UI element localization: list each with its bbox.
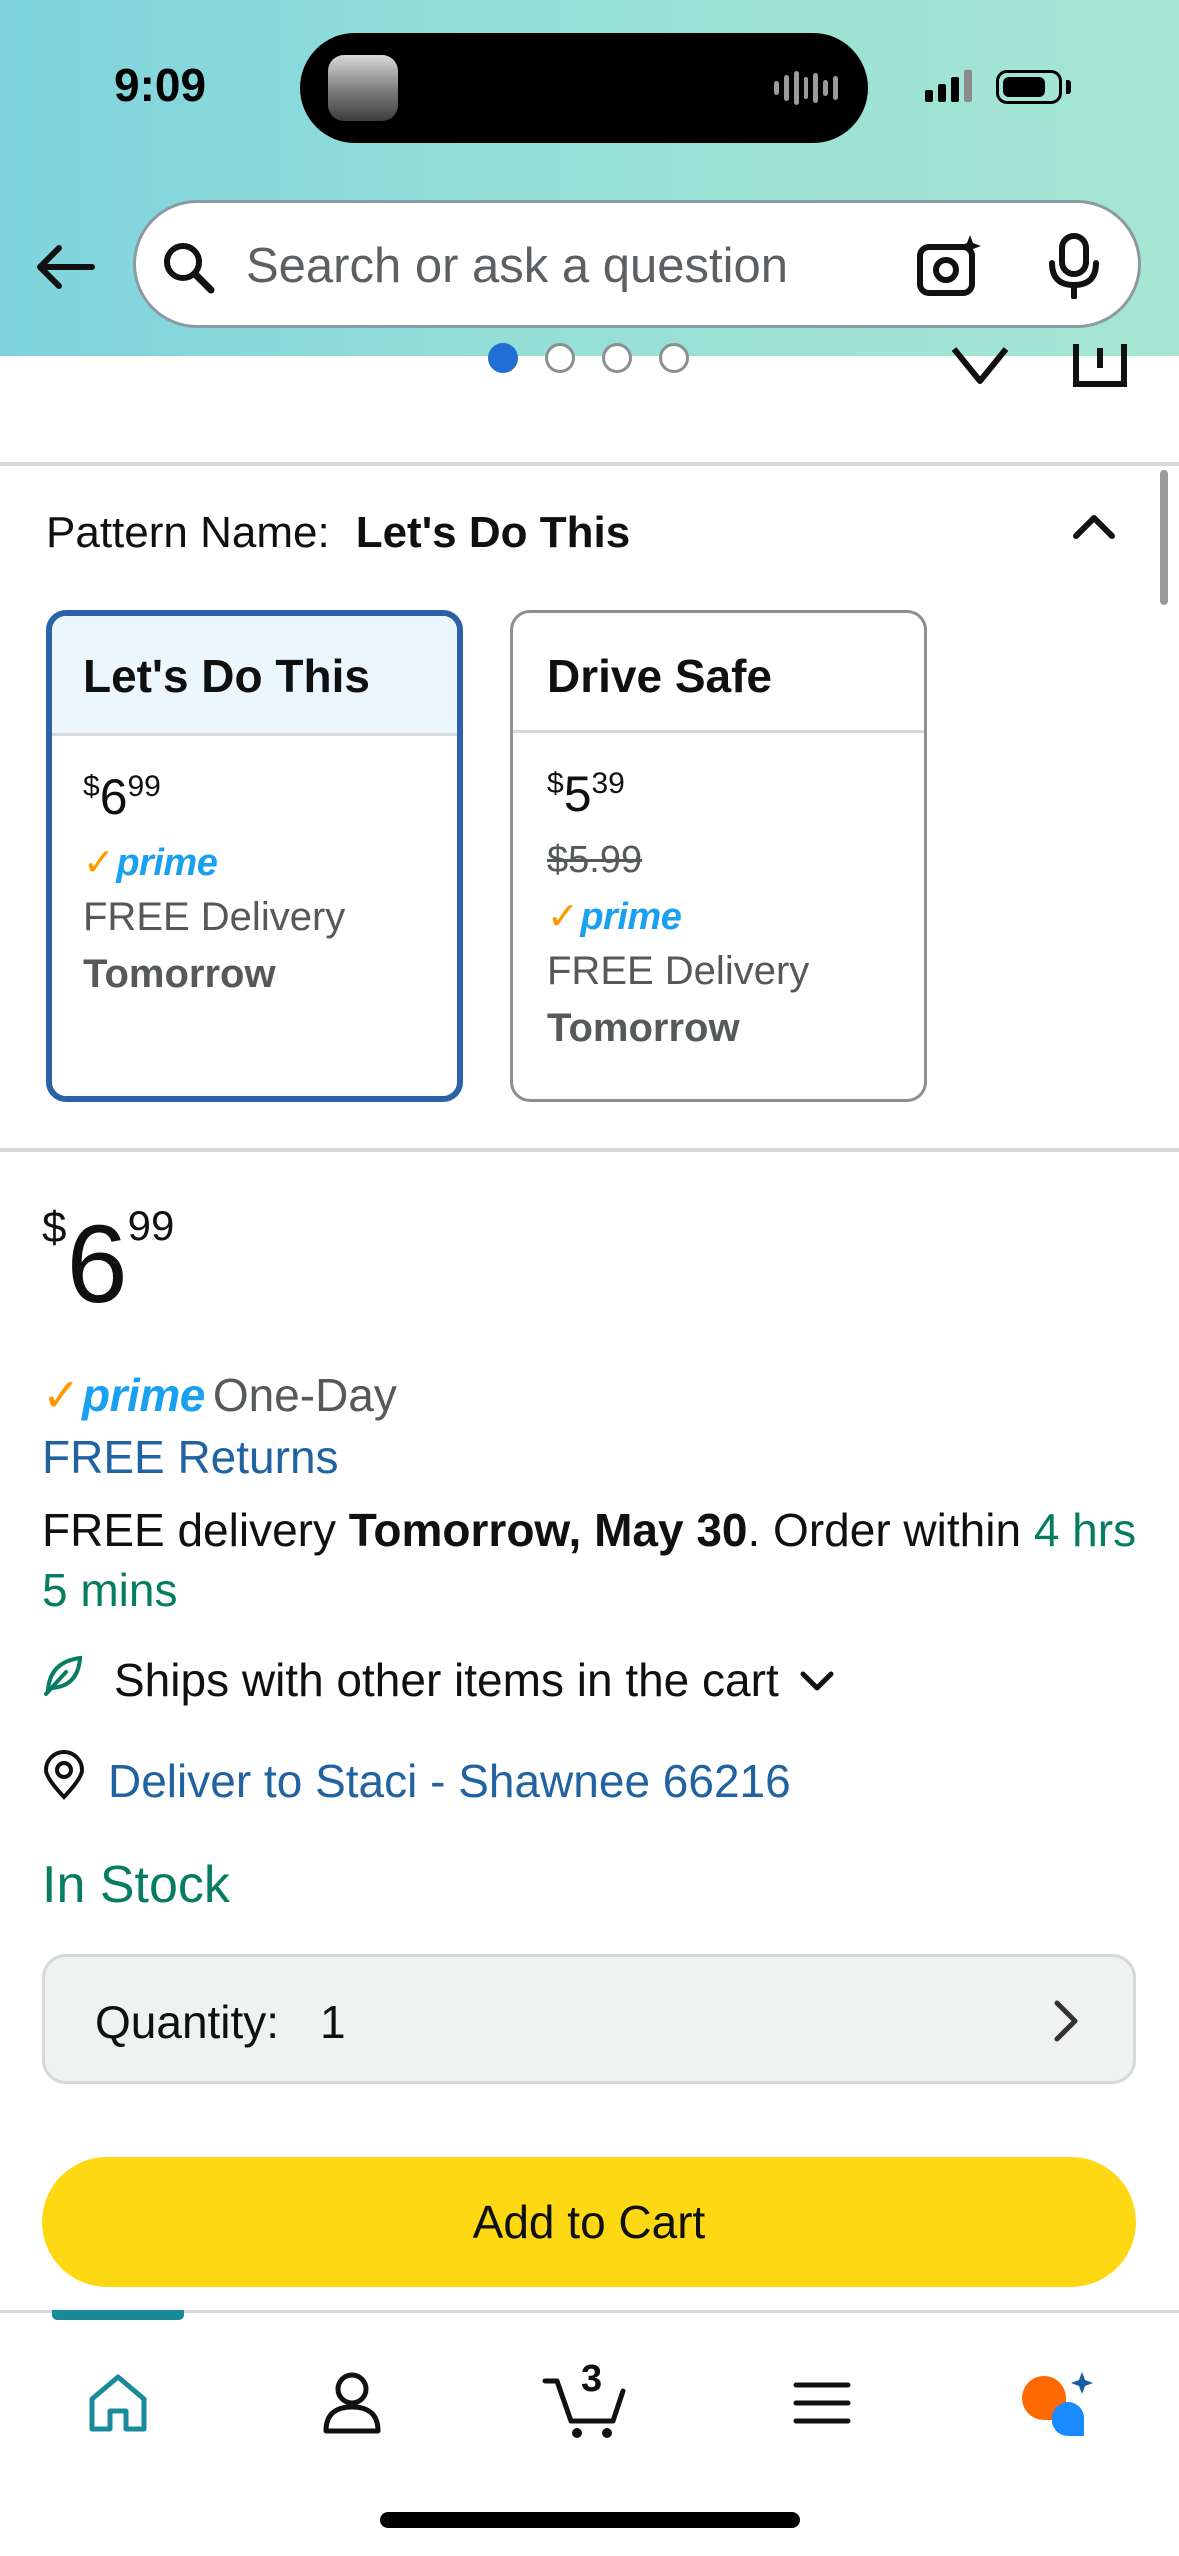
quantity-selector[interactable]: Quantity: 1 (42, 1954, 1136, 2084)
chevron-right-icon (1049, 1997, 1083, 2056)
leaf-icon (42, 1652, 86, 1707)
option-delivery-day: Tomorrow (547, 1006, 740, 1050)
search-input[interactable] (246, 231, 886, 301)
share-icon[interactable] (1072, 340, 1128, 393)
pattern-label: Pattern Name: (46, 508, 330, 557)
prime-logo: ✓prime (83, 842, 218, 884)
carousel-dot[interactable] (602, 343, 632, 373)
quantity-value: 1 (320, 1996, 346, 2048)
back-arrow-icon[interactable] (30, 232, 100, 302)
option-delivery-day: Tomorrow (83, 952, 276, 996)
status-time: 9:09 (114, 59, 207, 111)
dynamic-island[interactable] (300, 33, 868, 143)
deliver-to-link[interactable]: Deliver to Staci - Shawnee 66216 (42, 1750, 791, 1811)
wishlist-heart-icon[interactable] (950, 345, 1010, 390)
camera-lens-icon[interactable] (916, 233, 986, 304)
app-header: 9:09 (0, 0, 1179, 356)
pattern-selected-value: Let's Do This (355, 508, 631, 557)
home-indicator (380, 2512, 800, 2528)
pattern-option-drive-safe[interactable]: Drive Safe $539 $5.99 ✓prime FREE Delive… (510, 610, 927, 1102)
home-icon[interactable] (68, 2353, 168, 2453)
add-to-cart-button[interactable]: Add to Cart (42, 2157, 1136, 2287)
option-price: $539 (547, 766, 625, 822)
ships-with-text: Ships with other items in the cart (114, 1653, 779, 1706)
main-price: $699 (42, 1202, 175, 1326)
ships-with-cart-toggle[interactable]: Ships with other items in the cart (42, 1652, 837, 1707)
prime-logo: ✓prime (42, 1369, 205, 1421)
chevron-up-icon[interactable] (1066, 498, 1122, 559)
option-price: $699 (83, 769, 161, 825)
free-returns-link[interactable]: FREE Returns (42, 1430, 339, 1484)
pattern-option-lets-do-this[interactable]: Let's Do This $699 ✓prime FREE Delivery … (46, 610, 463, 1102)
active-tab-indicator (52, 2310, 184, 2320)
option-delivery: FREE Delivery (83, 895, 346, 939)
section-divider (0, 462, 1179, 466)
option-title: Drive Safe (513, 613, 924, 733)
carousel-dot[interactable] (659, 343, 689, 373)
carousel-dot[interactable] (488, 343, 518, 373)
cart-count-badge: 3 (581, 2358, 603, 2400)
deliver-to-text: Deliver to Staci - Shawnee 66216 (108, 1754, 791, 1807)
section-divider (0, 1148, 1179, 1152)
pattern-name-row: Pattern Name: Let's Do This (46, 508, 630, 558)
delivery-message: FREE delivery Tomorrow, May 30. Order wi… (42, 1504, 1137, 1616)
option-title: Let's Do This (52, 616, 457, 736)
cellular-signal-icon (925, 70, 972, 102)
battery-icon (996, 70, 1062, 104)
quantity-label: Quantity: (95, 1996, 280, 2048)
search-bar[interactable] (133, 200, 1141, 328)
account-icon[interactable] (302, 2353, 402, 2453)
prime-logo: ✓prime (547, 896, 682, 938)
rufus-assistant-icon[interactable] (1006, 2353, 1106, 2453)
carousel-dot[interactable] (545, 343, 575, 373)
scrollbar[interactable] (1160, 470, 1168, 605)
menu-icon[interactable] (772, 2353, 872, 2453)
option-delivery: FREE Delivery (547, 949, 810, 993)
battery-cap (1066, 80, 1071, 94)
cart-icon[interactable]: 3 (536, 2353, 636, 2453)
now-playing-thumbnail (328, 55, 398, 121)
audio-waveform-icon (774, 69, 839, 107)
stock-status: In Stock (42, 1856, 230, 1914)
chevron-down-icon (797, 1653, 837, 1707)
image-carousel-dots[interactable] (488, 343, 689, 373)
location-pin-icon (42, 1750, 86, 1811)
prime-one-day-badge: ✓prime One-Day (42, 1369, 397, 1421)
search-icon (161, 240, 217, 301)
microphone-icon[interactable] (1046, 233, 1102, 304)
option-list-price: $5.99 (547, 839, 643, 881)
